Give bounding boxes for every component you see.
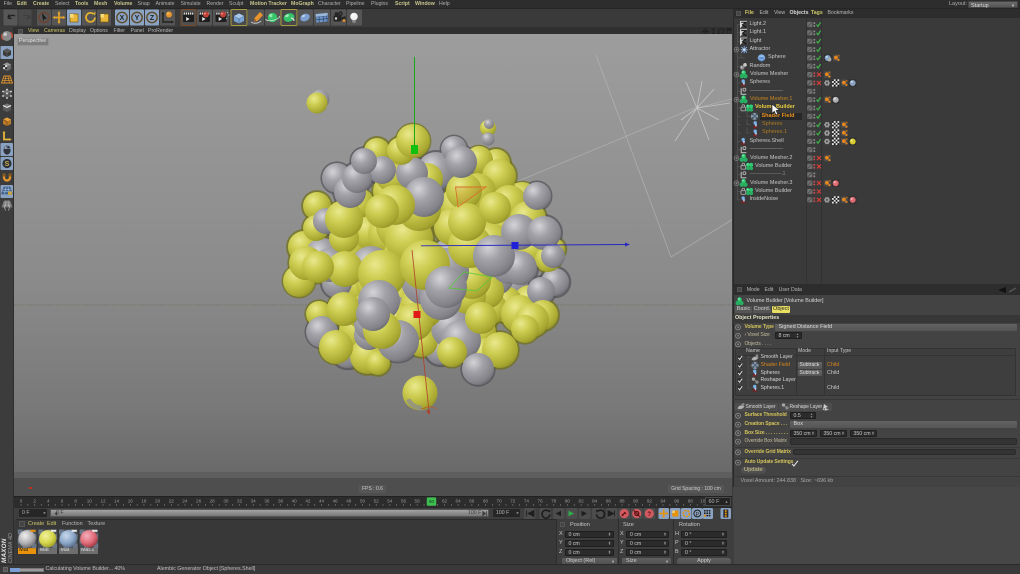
svg-text:18: 18 [141,499,147,504]
svg-text:X: X [120,15,125,22]
svg-text:4: 4 [47,499,50,504]
svg-text:78: 78 [551,499,557,504]
svg-text:70: 70 [497,499,503,504]
svg-text:74: 74 [524,499,530,504]
svg-text:86: 86 [606,499,612,504]
svg-text:34: 34 [251,499,257,504]
svg-text:72: 72 [510,499,516,504]
svg-text:48: 48 [346,499,352,504]
svg-text:90: 90 [633,499,639,504]
svg-text:62: 62 [442,499,448,504]
svg-text:6: 6 [61,499,64,504]
svg-text:38: 38 [278,499,284,504]
svg-text:44: 44 [319,499,325,504]
svg-text:94: 94 [660,499,666,504]
svg-text:64: 64 [456,499,462,504]
svg-text:Y: Y [135,15,140,22]
svg-text:80: 80 [565,499,571,504]
svg-text:52: 52 [374,499,380,504]
svg-text:46: 46 [333,499,339,504]
svg-text:36: 36 [264,499,270,504]
svg-text:50: 50 [360,499,366,504]
svg-text:S: S [5,161,10,168]
svg-text:60: 60 [429,499,435,504]
svg-text:Z: Z [150,15,155,22]
svg-text:68: 68 [483,499,489,504]
svg-text:12: 12 [100,499,106,504]
svg-text:98: 98 [688,499,694,504]
svg-text:?: ? [647,512,651,518]
svg-text:14: 14 [114,499,120,504]
svg-text:30: 30 [223,499,229,504]
svg-text:56: 56 [401,499,407,504]
svg-text:54: 54 [387,499,393,504]
svg-text:66: 66 [469,499,475,504]
svg-text:2: 2 [33,499,36,504]
svg-text:84: 84 [592,499,598,504]
svg-text:20: 20 [155,499,161,504]
svg-text:82: 82 [579,499,585,504]
svg-text:96: 96 [674,499,680,504]
svg-text:22: 22 [169,499,175,504]
svg-text:( ): ( ) [4,205,10,211]
svg-text:26: 26 [196,499,202,504]
svg-text:16: 16 [128,499,134,504]
svg-text:40: 40 [292,499,298,504]
svg-text:24: 24 [182,499,188,504]
svg-text:88: 88 [619,499,625,504]
svg-text:58: 58 [415,499,421,504]
svg-text:92: 92 [647,499,653,504]
svg-text:76: 76 [538,499,544,504]
svg-text:42: 42 [305,499,311,504]
svg-text:32: 32 [237,499,243,504]
svg-text:10: 10 [87,499,93,504]
svg-text:8: 8 [74,499,77,504]
svg-text:28: 28 [210,499,216,504]
svg-text:P: P [695,512,699,518]
svg-text:0: 0 [20,499,23,504]
